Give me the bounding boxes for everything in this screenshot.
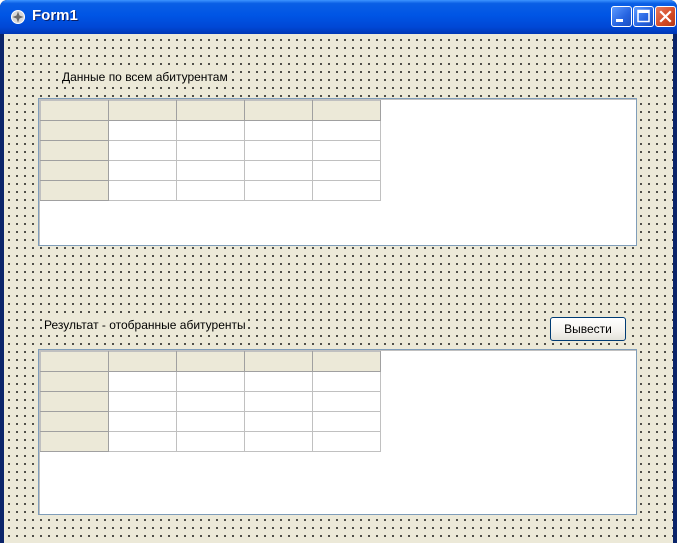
- grid-cell[interactable]: [244, 391, 313, 412]
- grid-fixed-cell[interactable]: [40, 371, 109, 392]
- grid-fixed-cell[interactable]: [312, 351, 381, 372]
- selected-applicants-grid-table: [40, 351, 381, 452]
- minimize-button[interactable]: [611, 6, 632, 27]
- delphi-app-icon: [11, 10, 25, 24]
- selected-applicants-label: Результат - отобранные абитуренты: [42, 317, 248, 333]
- grid-fixed-cell[interactable]: [40, 100, 109, 121]
- grid-fixed-cell[interactable]: [108, 351, 177, 372]
- grid-row[interactable]: [40, 140, 381, 161]
- grid-fixed-cell[interactable]: [176, 351, 245, 372]
- grid-cell[interactable]: [312, 160, 381, 181]
- grid-cell[interactable]: [312, 391, 381, 412]
- grid-cell[interactable]: [244, 180, 313, 201]
- grid-fixed-cell[interactable]: [40, 431, 109, 452]
- maximize-button[interactable]: [633, 6, 654, 27]
- grid-fixed-cell[interactable]: [40, 140, 109, 161]
- grid-cell[interactable]: [176, 180, 245, 201]
- close-button[interactable]: [655, 6, 676, 27]
- grid-cell[interactable]: [312, 140, 381, 161]
- grid-fixed-cell[interactable]: [40, 160, 109, 181]
- grid-cell[interactable]: [108, 371, 177, 392]
- title-bar[interactable]: Form1: [0, 0, 677, 34]
- grid-cell[interactable]: [108, 391, 177, 412]
- grid-row[interactable]: [40, 371, 381, 392]
- grid-row[interactable]: [40, 180, 381, 201]
- grid-cell[interactable]: [108, 431, 177, 452]
- grid-cell[interactable]: [244, 120, 313, 141]
- all-applicants-grid[interactable]: [38, 98, 637, 246]
- minimize-icon: [616, 19, 623, 22]
- grid-cell[interactable]: [108, 140, 177, 161]
- grid-cell[interactable]: [312, 180, 381, 201]
- grid-cell[interactable]: [176, 371, 245, 392]
- grid-fixed-cell[interactable]: [40, 120, 109, 141]
- form-client-area: Данные по всем абитурентам Результат - о…: [4, 34, 673, 543]
- grid-cell[interactable]: [312, 431, 381, 452]
- grid-cell[interactable]: [312, 411, 381, 432]
- grid-cell[interactable]: [244, 411, 313, 432]
- form1-window: Form1 Данные по всем абитурентам Результ…: [0, 0, 677, 543]
- grid-cell[interactable]: [244, 140, 313, 161]
- grid-fixed-cell[interactable]: [244, 100, 313, 121]
- grid-cell[interactable]: [108, 160, 177, 181]
- selected-applicants-grid[interactable]: [38, 349, 637, 515]
- output-button[interactable]: Вывести: [550, 317, 626, 341]
- grid-cell[interactable]: [176, 120, 245, 141]
- grid-fixed-cell[interactable]: [176, 100, 245, 121]
- grid-fixed-cell[interactable]: [108, 100, 177, 121]
- grid-cell[interactable]: [108, 411, 177, 432]
- grid-row[interactable]: [40, 431, 381, 452]
- grid-row[interactable]: [40, 411, 381, 432]
- grid-cell[interactable]: [244, 160, 313, 181]
- grid-row[interactable]: [40, 160, 381, 181]
- grid-cell[interactable]: [244, 371, 313, 392]
- grid-cell[interactable]: [176, 431, 245, 452]
- all-applicants-grid-table: [40, 100, 381, 201]
- grid-cell[interactable]: [176, 160, 245, 181]
- grid-fixed-cell[interactable]: [40, 180, 109, 201]
- window-title: Form1: [32, 7, 78, 24]
- grid-cell[interactable]: [312, 371, 381, 392]
- grid-cell[interactable]: [108, 120, 177, 141]
- grid-fixed-cell[interactable]: [40, 411, 109, 432]
- grid-fixed-cell[interactable]: [40, 391, 109, 412]
- grid-row[interactable]: [40, 120, 381, 141]
- grid-cell[interactable]: [244, 431, 313, 452]
- grid-cell[interactable]: [176, 411, 245, 432]
- grid-cell[interactable]: [176, 391, 245, 412]
- grid-fixed-cell[interactable]: [40, 351, 109, 372]
- all-applicants-label: Данные по всем абитурентам: [60, 69, 230, 85]
- grid-fixed-cell[interactable]: [244, 351, 313, 372]
- grid-cell[interactable]: [108, 180, 177, 201]
- maximize-icon: [637, 9, 650, 23]
- grid-cell[interactable]: [176, 140, 245, 161]
- grid-row[interactable]: [40, 391, 381, 412]
- grid-row[interactable]: [40, 100, 381, 121]
- grid-row[interactable]: [40, 351, 381, 372]
- grid-fixed-cell[interactable]: [312, 100, 381, 121]
- close-icon: [659, 10, 672, 23]
- grid-cell[interactable]: [312, 120, 381, 141]
